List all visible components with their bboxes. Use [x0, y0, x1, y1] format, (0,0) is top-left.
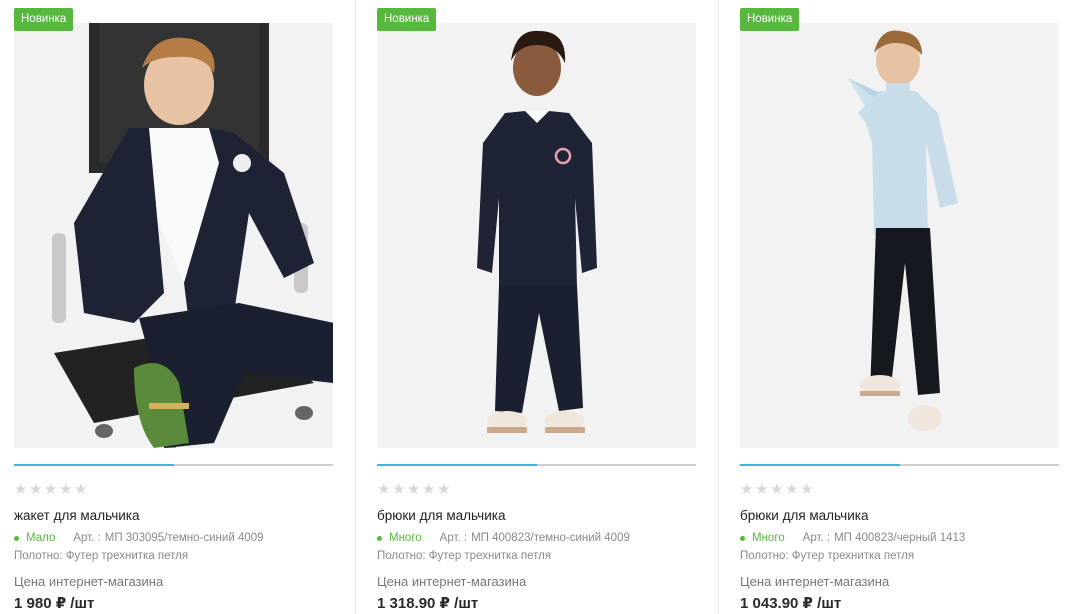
product-photo[interactable]	[377, 23, 696, 448]
stock-status: Мало	[26, 532, 56, 544]
product-photo[interactable]	[14, 23, 333, 448]
stock-dot-icon	[740, 535, 745, 541]
image-slider-track[interactable]	[14, 464, 333, 466]
star-icon: ★	[74, 480, 88, 498]
image-slider-progress	[740, 464, 900, 466]
card-divider	[718, 0, 719, 614]
product-image	[14, 23, 333, 448]
stock-dot-icon	[377, 535, 382, 541]
image-slider-track[interactable]	[740, 464, 1059, 466]
star-icon: ★	[437, 480, 451, 498]
star-icon: ★	[44, 480, 58, 498]
star-icon: ★	[755, 480, 769, 498]
star-icon: ★	[14, 480, 28, 498]
product-price: 1 980 ₽ /шт	[14, 595, 95, 612]
article-label: Арт. :	[802, 532, 831, 544]
rating-stars[interactable]: ★ ★ ★ ★ ★	[14, 482, 89, 498]
star-icon: ★	[785, 480, 799, 498]
star-icon: ★	[800, 480, 814, 498]
product-card[interactable]: Новинка ★ ★ ★ ★ ★ жакет для мальчика Мал…	[14, 0, 334, 614]
star-icon: ★	[59, 480, 73, 498]
new-badge: Новинка	[377, 8, 437, 31]
article-value: МП 400823/темно-синий 4009	[471, 532, 630, 544]
article-label: Арт. :	[439, 532, 468, 544]
article-label: Арт. :	[73, 532, 101, 544]
article-value: МП 400823/черный 1413	[834, 532, 966, 544]
price-label: Цена интернет-магазина	[377, 574, 527, 589]
new-badge: Новинка	[14, 8, 74, 31]
product-meta: Много Арт. : МП 400823/темно-синий 4009	[377, 530, 630, 546]
fabric-info: Полотно: Футер трехнитка петля	[740, 550, 915, 562]
price-label: Цена интернет-магазина	[740, 574, 890, 589]
image-slider-track[interactable]	[377, 464, 696, 466]
star-icon: ★	[740, 480, 754, 498]
product-card[interactable]: Новинка ★ ★ ★ ★ ★ брюки для мальчика Мно…	[377, 0, 697, 614]
image-slider-progress	[14, 464, 174, 466]
stock-status: Много	[752, 532, 785, 544]
fabric-info: Полотно: Футер трехнитка петля	[377, 550, 552, 562]
product-title[interactable]: жакет для мальчика	[14, 508, 140, 523]
product-title[interactable]: брюки для мальчика	[377, 508, 505, 523]
stock-dot-icon	[14, 535, 19, 541]
new-badge: Новинка	[740, 8, 800, 31]
fabric-info: Полотно: Футер трехнитка петля	[14, 550, 189, 562]
article-value: МП 303095/темно-синий 4009	[104, 532, 264, 544]
product-card[interactable]: Новинка ★ ★ ★ ★ ★ брюки для мальчика Мно…	[740, 0, 1060, 614]
star-icon: ★	[407, 480, 421, 498]
product-title[interactable]: брюки для мальчика	[740, 508, 868, 523]
star-icon: ★	[392, 480, 406, 498]
star-icon: ★	[377, 480, 391, 498]
product-image	[377, 23, 696, 448]
product-price: 1 043.90 ₽ /шт	[740, 595, 842, 612]
price-label: Цена интернет-магазина	[14, 574, 164, 589]
image-slider-progress	[377, 464, 537, 466]
star-icon: ★	[770, 480, 784, 498]
rating-stars[interactable]: ★ ★ ★ ★ ★	[740, 482, 815, 498]
star-icon: ★	[422, 480, 436, 498]
product-image	[740, 23, 1059, 448]
product-meta: Много Арт. : МП 400823/черный 1413	[740, 530, 965, 546]
product-price: 1 318.90 ₽ /шт	[377, 595, 479, 612]
rating-stars[interactable]: ★ ★ ★ ★ ★	[377, 482, 452, 498]
product-photo[interactable]	[740, 23, 1059, 448]
product-meta: Мало Арт. : МП 303095/темно-синий 4009	[14, 530, 264, 546]
card-divider	[355, 0, 356, 614]
star-icon: ★	[29, 480, 43, 498]
stock-status: Много	[389, 532, 422, 544]
